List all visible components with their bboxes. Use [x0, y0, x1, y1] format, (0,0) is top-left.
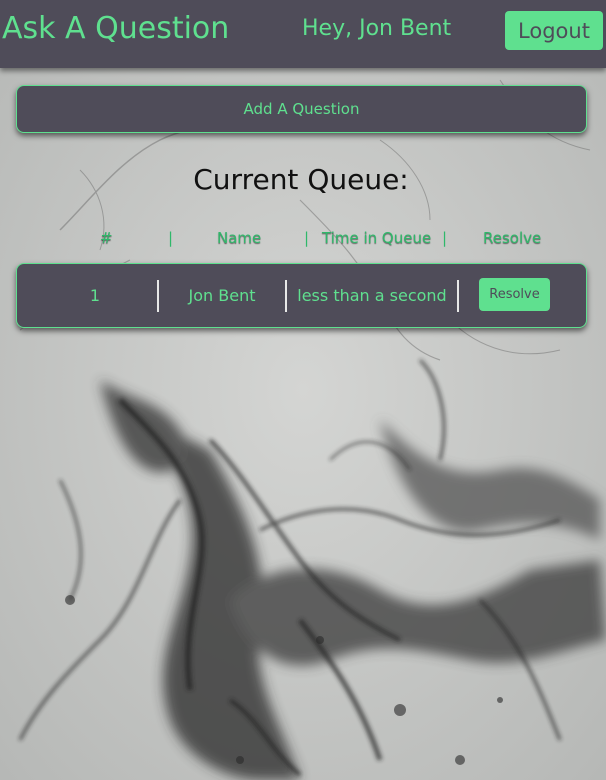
column-header-resolve: Resolve [483, 229, 542, 247]
queue-title: Current Queue: [193, 163, 409, 196]
queue-number: 1 [89, 285, 101, 305]
queue-time: less than a second [297, 285, 447, 305]
column-header-number: # [100, 229, 113, 247]
column-header-time: Time in Queue [322, 229, 432, 247]
logout-button[interactable]: Logout [505, 11, 603, 50]
add-question-button[interactable]: Add A Question [16, 85, 587, 133]
column-separator: | [168, 229, 174, 247]
app-title: Ask A Question [2, 11, 230, 46]
column-header-name: Name [217, 229, 262, 247]
column-separator: | [304, 229, 310, 247]
row-divider [457, 280, 459, 312]
column-separator: | [442, 229, 448, 247]
user-greeting: Hey, Jon Bent [302, 16, 452, 41]
top-navbar: Ask A Question Hey, Jon Bent Logout [0, 0, 606, 68]
resolve-button[interactable]: Resolve [479, 278, 550, 311]
queue-row: 1 Jon Bent less than a second Resolve [16, 263, 587, 328]
queue-name: Jon Bent [188, 285, 256, 305]
